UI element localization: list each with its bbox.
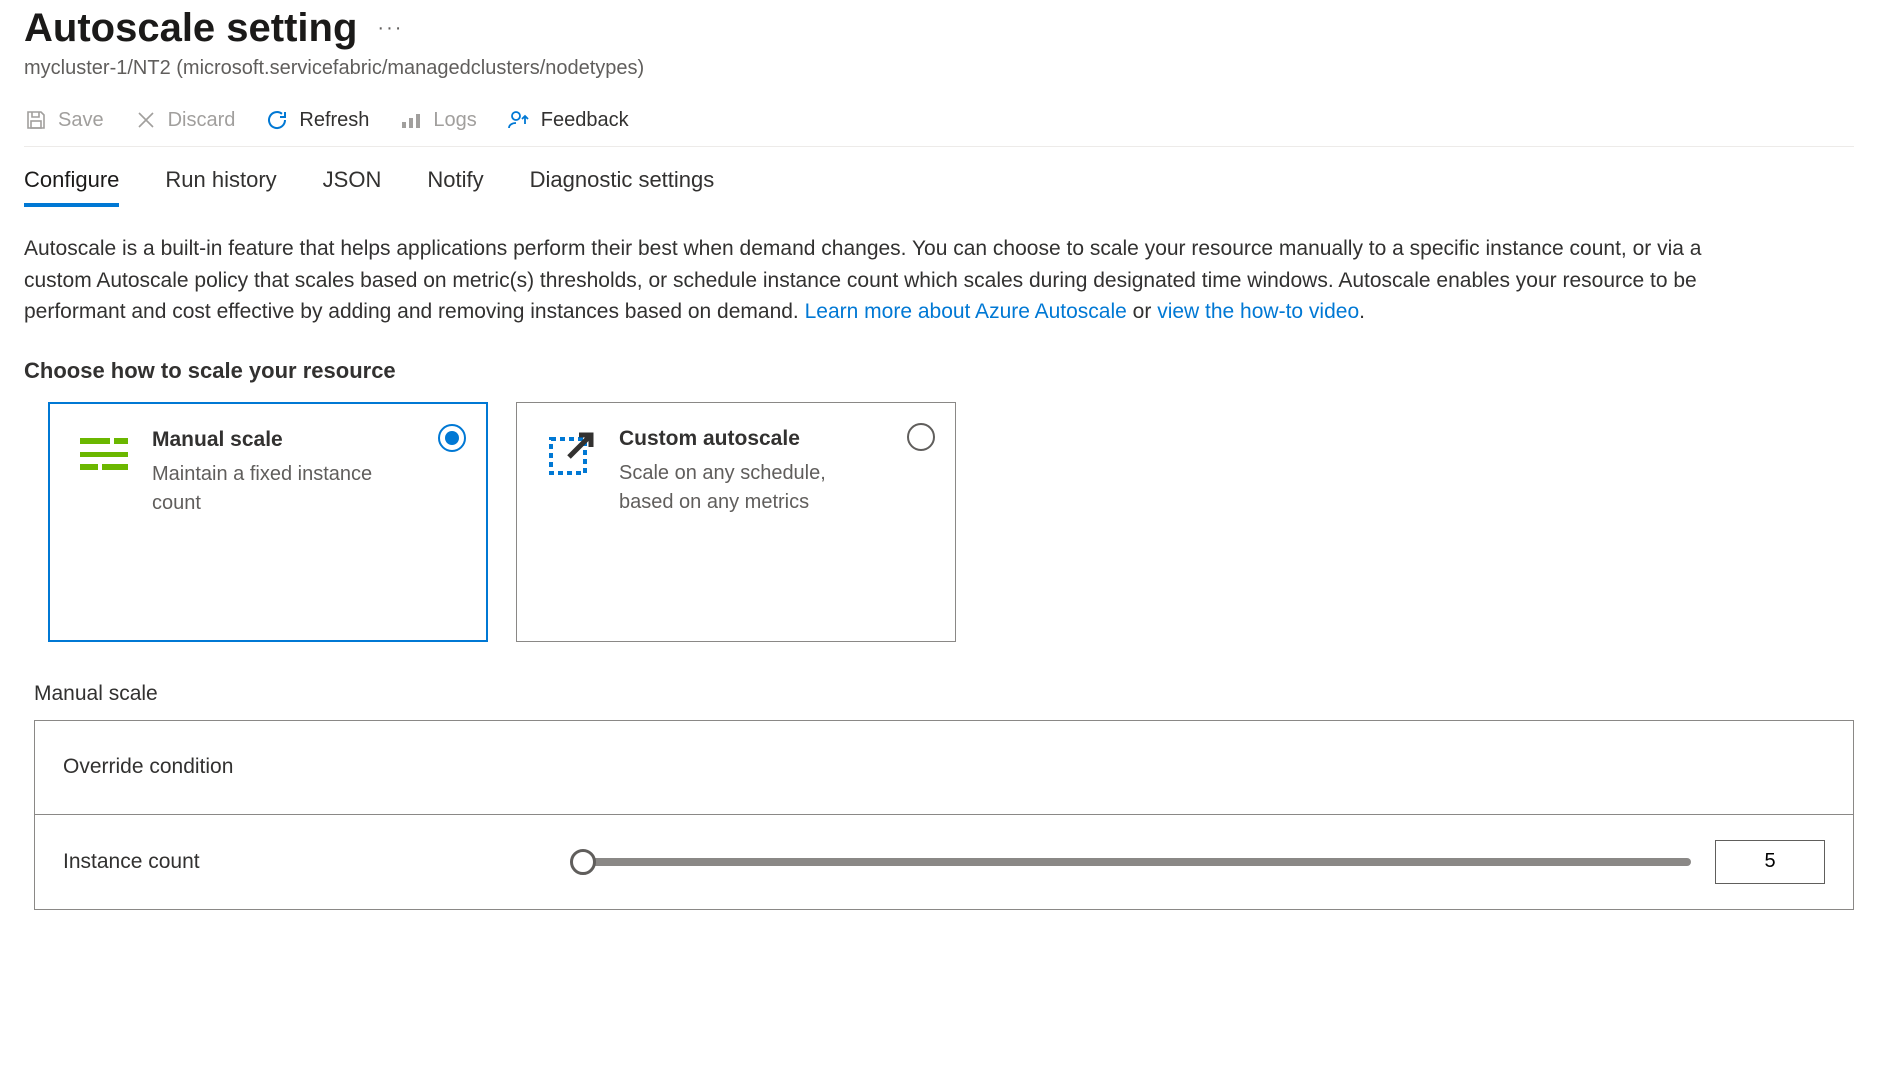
manual-scale-icon xyxy=(76,428,132,484)
manual-scale-desc: Maintain a fixed instance count xyxy=(152,460,412,518)
page-title: Autoscale setting xyxy=(24,6,357,51)
custom-autoscale-card[interactable]: Custom autoscale Scale on any schedule, … xyxy=(516,402,956,642)
discard-button[interactable]: Discard xyxy=(134,108,236,132)
save-icon xyxy=(24,108,48,132)
refresh-label: Refresh xyxy=(299,109,369,132)
logs-icon xyxy=(399,108,423,132)
feedback-button[interactable]: Feedback xyxy=(507,108,629,132)
instance-count-row: Instance count xyxy=(35,815,1853,909)
tab-diagnostic-settings[interactable]: Diagnostic settings xyxy=(530,167,715,207)
custom-autoscale-icon xyxy=(543,427,599,483)
autoscale-description: Autoscale is a built-in feature that hel… xyxy=(24,233,1744,328)
description-suffix: . xyxy=(1359,300,1365,323)
manual-scale-card[interactable]: Manual scale Maintain a fixed instance c… xyxy=(48,402,488,642)
instance-count-slider[interactable] xyxy=(583,858,1691,866)
tab-configure[interactable]: Configure xyxy=(24,167,119,207)
breadcrumb: mycluster-1/NT2 (microsoft.servicefabric… xyxy=(24,57,1854,80)
feedback-icon xyxy=(507,108,531,132)
scale-options: Manual scale Maintain a fixed instance c… xyxy=(48,402,1854,642)
custom-autoscale-radio[interactable] xyxy=(907,423,935,451)
command-bar: Save Discard Refresh Logs Fe xyxy=(24,108,1854,147)
manual-scale-radio[interactable] xyxy=(438,424,466,452)
feedback-label: Feedback xyxy=(541,109,629,132)
save-label: Save xyxy=(58,109,104,132)
how-to-video-link[interactable]: view the how-to video xyxy=(1157,300,1359,323)
custom-autoscale-title: Custom autoscale xyxy=(619,427,879,451)
manual-scale-panel-label: Manual scale xyxy=(34,682,1854,706)
tab-bar: Configure Run history JSON Notify Diagno… xyxy=(24,167,1854,207)
instance-count-label: Instance count xyxy=(63,850,583,874)
tab-run-history[interactable]: Run history xyxy=(165,167,276,207)
description-mid: or xyxy=(1133,300,1158,323)
slider-thumb[interactable] xyxy=(570,849,596,875)
instance-count-input[interactable] xyxy=(1715,840,1825,884)
choose-scale-heading: Choose how to scale your resource xyxy=(24,358,1854,384)
custom-autoscale-desc: Scale on any schedule, based on any metr… xyxy=(619,459,879,517)
save-button[interactable]: Save xyxy=(24,108,104,132)
more-actions-button[interactable]: ··· xyxy=(377,17,403,40)
close-icon xyxy=(134,108,158,132)
override-condition-row: Override condition xyxy=(35,721,1853,815)
logs-button[interactable]: Logs xyxy=(399,108,476,132)
logs-label: Logs xyxy=(433,109,476,132)
tab-json[interactable]: JSON xyxy=(323,167,382,207)
refresh-button[interactable]: Refresh xyxy=(265,108,369,132)
learn-more-link[interactable]: Learn more about Azure Autoscale xyxy=(805,300,1127,323)
refresh-icon xyxy=(265,108,289,132)
manual-scale-title: Manual scale xyxy=(152,428,412,452)
tab-notify[interactable]: Notify xyxy=(427,167,483,207)
override-condition-label: Override condition xyxy=(63,755,583,779)
manual-scale-panel: Override condition Instance count xyxy=(34,720,1854,910)
discard-label: Discard xyxy=(168,109,236,132)
